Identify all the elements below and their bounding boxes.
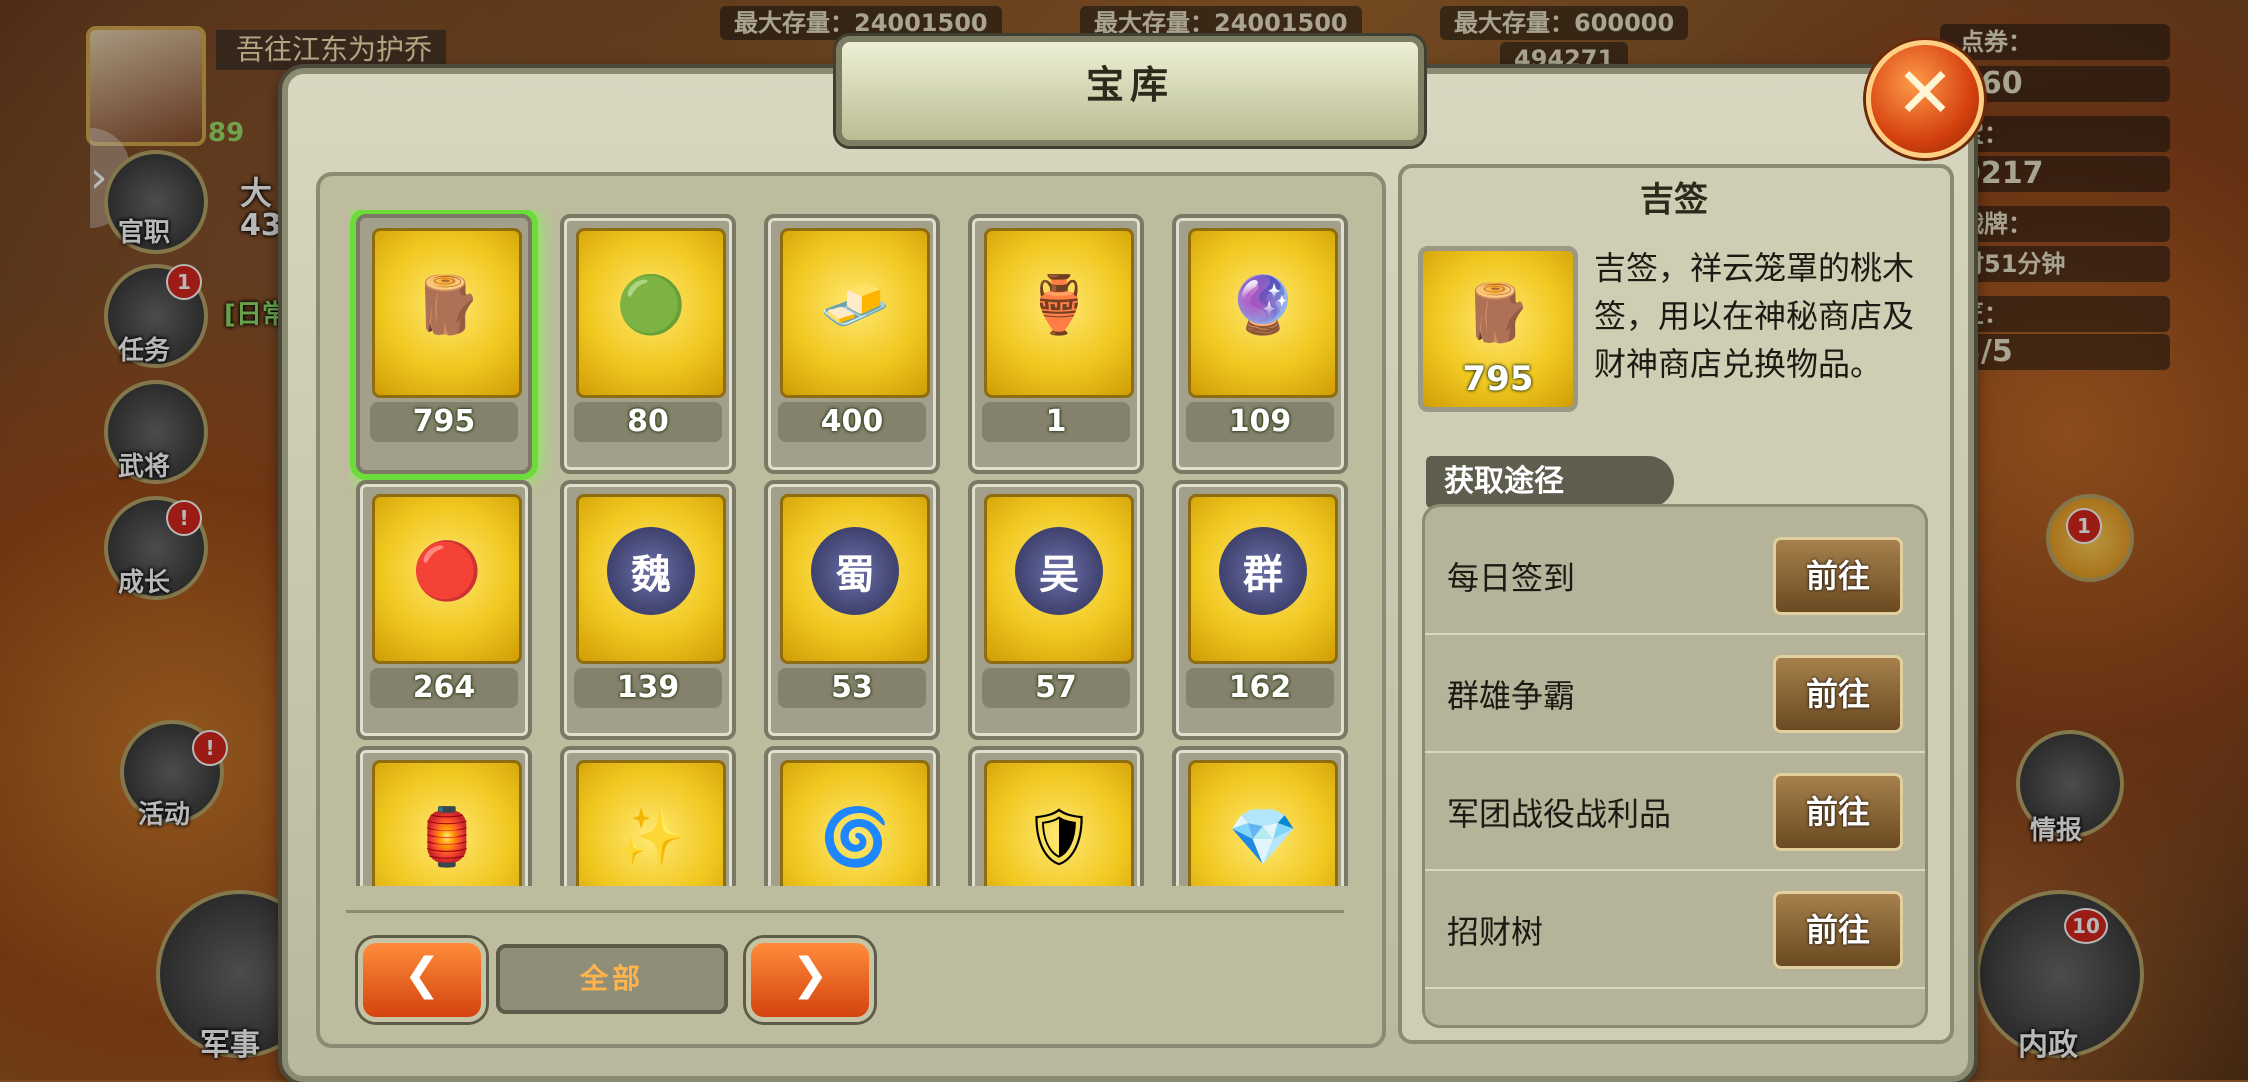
category-filter[interactable]: 全部: [496, 944, 728, 1014]
item-slot[interactable]: 魏 139: [560, 480, 736, 740]
item-slot-bg: 🧈: [780, 228, 930, 398]
goto-button[interactable]: 前往: [1773, 773, 1903, 851]
item-slot-bg: 🏮: [372, 760, 522, 886]
item-slot[interactable]: 🟢 80: [560, 214, 736, 474]
item-slot-bg: 🔮: [1188, 228, 1338, 398]
wei-token-icon: 魏: [607, 527, 695, 615]
acquire-source-row: 群雄争霸 前往: [1425, 633, 1925, 753]
goto-label: 前往: [1805, 793, 1870, 831]
acquire-source-row: 每日签到 前往: [1425, 515, 1925, 635]
next-page-button[interactable]: ❯: [746, 938, 874, 1022]
item-slot[interactable]: 🪵 795: [356, 214, 532, 474]
source-label: 招财树: [1447, 913, 1544, 951]
detail-item-slot: 🪵 795: [1418, 246, 1578, 412]
item-slot[interactable]: 群 162: [1172, 480, 1348, 740]
source-label: 军团战役战利品: [1447, 795, 1672, 833]
item-count: 264: [370, 668, 518, 708]
item-count: 1: [982, 402, 1130, 442]
jade-coin-icon: 🟢: [616, 273, 686, 338]
goto-button[interactable]: 前往: [1773, 655, 1903, 733]
source-label: 每日签到: [1447, 559, 1576, 597]
source-label: 群雄争霸: [1447, 677, 1576, 715]
item-count: 400: [778, 402, 926, 442]
item-slot-bg: 吴: [984, 494, 1134, 664]
bronze-censer-icon: 🏮: [412, 805, 482, 870]
item-slot[interactable]: 🧈 400: [764, 214, 940, 474]
item-slot[interactable]: 🏮: [356, 746, 532, 886]
item-slot[interactable]: 🔮 109: [1172, 214, 1348, 474]
gold-bars-icon: 🧈: [820, 273, 890, 338]
category-filter-label: 全部: [579, 962, 644, 995]
wooden-tally-icon: 🪵: [412, 273, 482, 338]
detail-description: 吉签，祥云笼罩的桃木签，用以在神秘商店及财神商店兑换物品。: [1594, 249, 1915, 383]
item-slot-bg: 群: [1188, 494, 1338, 664]
item-count: 53: [778, 668, 926, 708]
item-count: 80: [574, 402, 722, 442]
item-slot[interactable]: ✨: [560, 746, 736, 886]
shu-token-icon: 蜀: [811, 527, 899, 615]
item-count: 795: [370, 402, 518, 442]
gold-powder-icon: ✨: [616, 805, 686, 870]
item-slot-bg: 🏺: [984, 228, 1134, 398]
chevron-left-icon: ❮: [403, 949, 441, 1000]
dialog-title: 宝库: [1085, 63, 1174, 107]
item-grid[interactable]: 🪵 795 🟢 80 🧈 400 🏺 1 🔮 109 🔴 264 魏 139 蜀 53 吴 57 群 162 🏮 ✨ 🌀 🛡 💎: [350, 210, 1350, 886]
item-slot[interactable]: 🔴 264: [356, 480, 532, 740]
item-count: 57: [982, 668, 1130, 708]
wu-token-icon: 吴: [1015, 527, 1103, 615]
item-slot-bg: 魏: [576, 494, 726, 664]
detail-item-count: 795: [1462, 359, 1534, 399]
prev-page-button[interactable]: ❮: [358, 938, 486, 1022]
acquire-source-row: 军团战役战利品 前往: [1425, 751, 1925, 871]
item-slot-bg: ✨: [576, 760, 726, 886]
item-slot-bg: 🛡: [984, 760, 1134, 886]
item-slot-bg: 🌀: [780, 760, 930, 886]
item-slot[interactable]: 🛡: [968, 746, 1144, 886]
item-slot-bg: 蜀: [780, 494, 930, 664]
item-slot[interactable]: 🌀: [764, 746, 940, 886]
item-count: 109: [1186, 402, 1334, 442]
item-slot[interactable]: 吴 57: [968, 480, 1144, 740]
goto-label: 前往: [1805, 557, 1870, 595]
amber-crystal-icon: 💎: [1228, 805, 1298, 870]
close-button[interactable]: ✕: [1866, 40, 1984, 158]
purple-orb-icon: 🔮: [1228, 273, 1298, 338]
dialog-title-plate: 宝库: [836, 36, 1424, 146]
item-slot-bg: 🔴: [372, 494, 522, 664]
red-gem-icon: 🔴: [412, 539, 482, 604]
acquire-source-row: 招财树 前往: [1425, 869, 1925, 989]
item-count: 162: [1186, 668, 1334, 708]
goto-button[interactable]: 前往: [1773, 537, 1903, 615]
jade-vase-icon: 🏺: [1024, 273, 1094, 338]
horse-token-icon: 🛡: [1023, 805, 1095, 870]
detail-item-title: 吉签: [1640, 180, 1708, 220]
item-slot-bg: 💎: [1188, 760, 1338, 886]
jade-pendant-icon: 🌀: [820, 805, 890, 870]
goto-label: 前往: [1805, 675, 1870, 713]
qun-token-icon: 群: [1219, 527, 1307, 615]
acquire-source-list[interactable]: 每日签到 前往 群雄争霸 前往 军团战役战利品 前往 招财树 前往: [1422, 504, 1928, 1028]
grid-divider: [346, 910, 1344, 913]
item-count: 139: [574, 668, 722, 708]
item-slot-bg: 🪵: [372, 228, 522, 398]
item-slot[interactable]: 🏺 1: [968, 214, 1144, 474]
item-slot[interactable]: 💎: [1172, 746, 1348, 886]
wooden-tally-icon: 🪵: [1462, 281, 1532, 346]
item-slot-bg: 🟢: [576, 228, 726, 398]
goto-button[interactable]: 前往: [1773, 891, 1903, 969]
item-slot[interactable]: 蜀 53: [764, 480, 940, 740]
acquire-title: 获取途径: [1426, 456, 1674, 508]
close-x-icon: ✕: [1895, 52, 1955, 134]
goto-label: 前往: [1805, 911, 1870, 949]
chevron-right-icon: ❯: [791, 949, 829, 1000]
